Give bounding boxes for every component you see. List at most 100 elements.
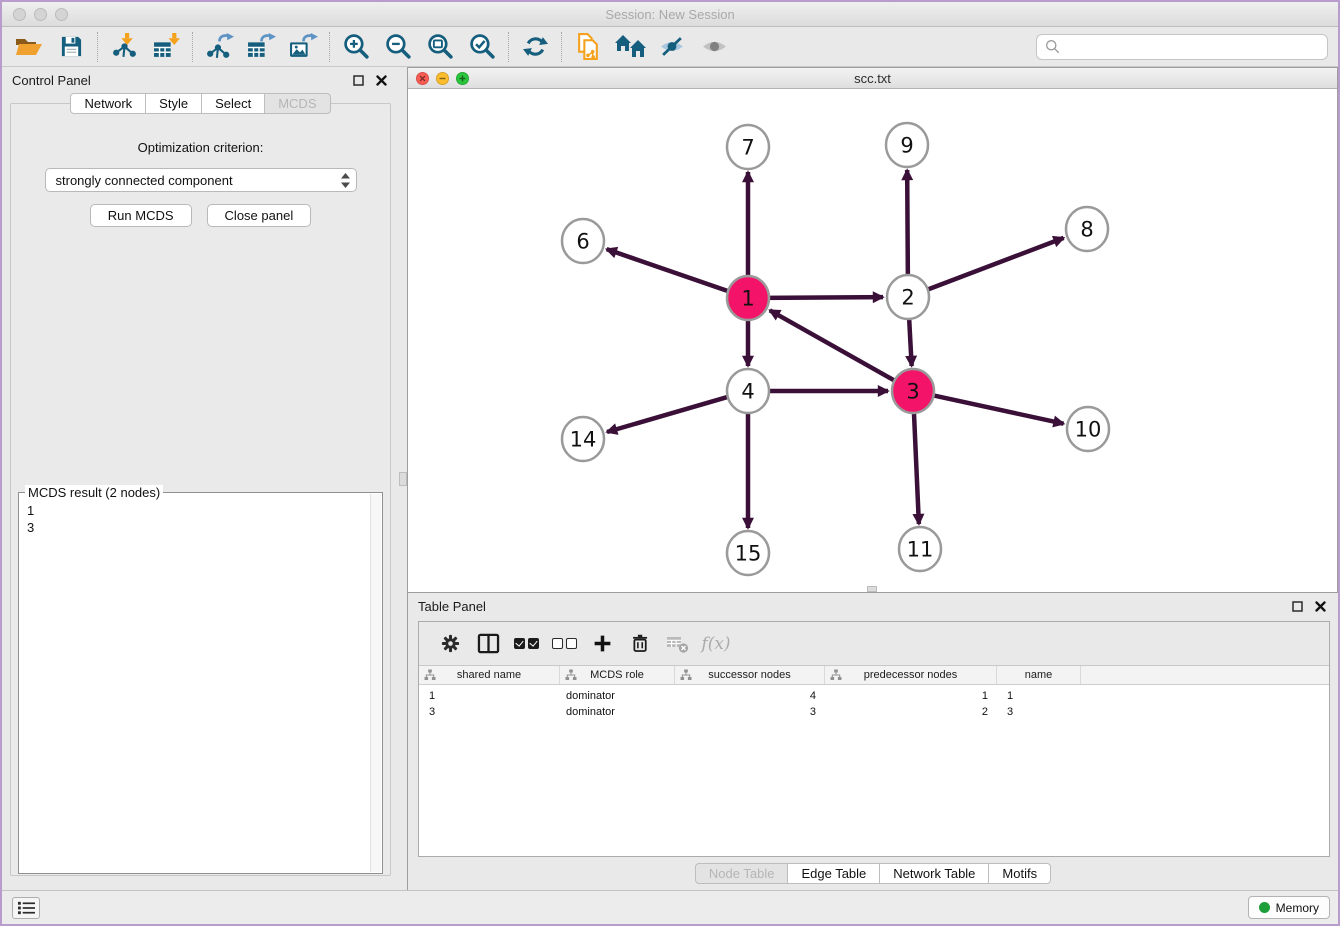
import-table-icon xyxy=(153,33,180,60)
export-image-button[interactable] xyxy=(282,30,324,64)
graph-edge-1-6[interactable] xyxy=(607,249,731,292)
svg-text:10: 10 xyxy=(1075,417,1102,441)
splitter-grip[interactable] xyxy=(399,472,407,486)
close-panel-icon[interactable] xyxy=(376,75,387,86)
tab-mcds[interactable]: MCDS xyxy=(264,93,330,114)
open-folder-icon xyxy=(15,35,43,59)
search-box xyxy=(1036,34,1328,60)
zoom-in-button[interactable] xyxy=(335,30,377,64)
graph-node-6[interactable]: 6 xyxy=(562,219,604,263)
float-panel-icon[interactable] xyxy=(353,75,364,86)
graph-node-14[interactable]: 14 xyxy=(562,417,604,461)
table-row[interactable]: 1dominator411 xyxy=(419,688,1329,704)
table-cell[interactable]: dominator xyxy=(560,704,675,720)
memory-status-dot xyxy=(1259,902,1270,913)
criterion-select[interactable]: strongly connected component xyxy=(45,168,357,192)
run-mcds-button[interactable]: Run MCDS xyxy=(90,204,192,227)
zoom-fit-button[interactable] xyxy=(419,30,461,64)
table-cell[interactable]: 1 xyxy=(825,688,997,704)
delete-table-icon xyxy=(666,634,690,654)
deselect-all-rows-button[interactable] xyxy=(545,627,583,661)
table-cell[interactable]: 1 xyxy=(997,688,1081,704)
svg-text:14: 14 xyxy=(570,427,597,451)
network-graph[interactable]: 1 2 3 4 6 7 8 9 10 11 14 15 xyxy=(408,89,1340,592)
zoom-out-button[interactable] xyxy=(377,30,419,64)
result-scrollbar[interactable] xyxy=(370,494,381,872)
graph-edge-1-2[interactable] xyxy=(766,297,883,298)
svg-text:6: 6 xyxy=(576,229,589,253)
table-cell[interactable]: 3 xyxy=(997,704,1081,720)
open-session-button[interactable] xyxy=(8,30,50,64)
zoom-selected-button[interactable] xyxy=(461,30,503,64)
column-header-mcds-role[interactable]: MCDS role xyxy=(560,666,675,684)
show-all-button[interactable] xyxy=(693,30,735,64)
delete-table-button[interactable] xyxy=(659,627,697,661)
close-panel-button[interactable]: Close panel xyxy=(207,204,312,227)
graph-node-1[interactable]: 1 xyxy=(727,276,769,320)
close-panel-icon[interactable] xyxy=(1315,601,1326,612)
table-cell[interactable]: 1 xyxy=(419,688,560,704)
tab-motifs[interactable]: Motifs xyxy=(988,863,1051,884)
graph-node-4[interactable]: 4 xyxy=(727,369,769,413)
table-cell[interactable]: 4 xyxy=(675,688,825,704)
graph-node-10[interactable]: 10 xyxy=(1067,407,1109,451)
column-chooser-button[interactable] xyxy=(469,627,507,661)
task-history-button[interactable] xyxy=(12,897,40,919)
graph-node-11[interactable]: 11 xyxy=(899,527,941,571)
graph-node-7[interactable]: 7 xyxy=(727,125,769,169)
delete-column-button[interactable] xyxy=(621,627,659,661)
tab-network-table[interactable]: Network Table xyxy=(879,863,989,884)
table-row[interactable]: 3dominator323 xyxy=(419,704,1329,720)
graph-node-15[interactable]: 15 xyxy=(727,531,769,575)
home-layout-button[interactable] xyxy=(609,30,651,64)
float-panel-icon[interactable] xyxy=(1292,601,1303,612)
function-builder-button[interactable]: f(x) xyxy=(697,627,735,661)
graph-edge-3-1[interactable] xyxy=(770,310,898,382)
canvas-splitter-grip[interactable] xyxy=(867,586,877,592)
graph-node-9[interactable]: 9 xyxy=(886,123,928,167)
panel-splitter[interactable] xyxy=(399,67,407,890)
table-panel: Table Panel xyxy=(407,593,1338,890)
graph-node-2[interactable]: 2 xyxy=(887,275,929,319)
split-pane-icon xyxy=(477,633,500,654)
mcds-result-group: MCDS result (2 nodes) 1 3 xyxy=(18,492,383,874)
graph-node-3[interactable]: 3 xyxy=(892,369,934,413)
table-cell[interactable]: 3 xyxy=(675,704,825,720)
tab-network[interactable]: Network xyxy=(70,93,146,114)
application-window: Session: New Session xyxy=(0,0,1340,926)
table-cell[interactable]: dominator xyxy=(560,688,675,704)
tab-style[interactable]: Style xyxy=(145,93,202,114)
export-table-button[interactable] xyxy=(240,30,282,64)
tab-edge-table[interactable]: Edge Table xyxy=(787,863,880,884)
svg-text:11: 11 xyxy=(907,537,934,561)
table-cell[interactable]: 3 xyxy=(419,704,560,720)
graph-edge-2-3[interactable] xyxy=(909,315,912,366)
refresh-button[interactable] xyxy=(514,30,556,64)
graph-edge-2-8[interactable] xyxy=(925,238,1064,291)
graph-edge-4-14[interactable] xyxy=(607,396,731,432)
select-all-rows-button[interactable] xyxy=(507,627,545,661)
tab-node-table[interactable]: Node Table xyxy=(695,863,789,884)
add-column-button[interactable] xyxy=(583,627,621,661)
save-session-button[interactable] xyxy=(50,30,92,64)
column-header-name[interactable]: name xyxy=(997,666,1081,684)
import-network-button[interactable] xyxy=(103,30,145,64)
column-header-successor-nodes[interactable]: successor nodes xyxy=(675,666,825,684)
memory-button[interactable]: Memory xyxy=(1248,896,1330,919)
search-input[interactable] xyxy=(1066,39,1319,54)
column-header-predecessor-nodes[interactable]: predecessor nodes xyxy=(825,666,997,684)
graph-edge-3-10[interactable] xyxy=(931,395,1064,424)
graph-edge-2-9[interactable] xyxy=(907,170,908,279)
eye-icon xyxy=(702,38,727,55)
hide-selected-button[interactable] xyxy=(651,30,693,64)
table-cell[interactable]: 2 xyxy=(825,704,997,720)
column-header-shared-name[interactable]: shared name xyxy=(419,666,560,684)
clone-network-button[interactable] xyxy=(567,30,609,64)
network-canvas[interactable]: 1 2 3 4 6 7 8 9 10 11 14 15 xyxy=(408,89,1337,592)
tab-select[interactable]: Select xyxy=(201,93,265,114)
export-network-button[interactable] xyxy=(198,30,240,64)
table-settings-button[interactable] xyxy=(431,627,469,661)
import-table-button[interactable] xyxy=(145,30,187,64)
graph-node-8[interactable]: 8 xyxy=(1066,207,1108,251)
graph-edge-3-11[interactable] xyxy=(914,409,919,524)
